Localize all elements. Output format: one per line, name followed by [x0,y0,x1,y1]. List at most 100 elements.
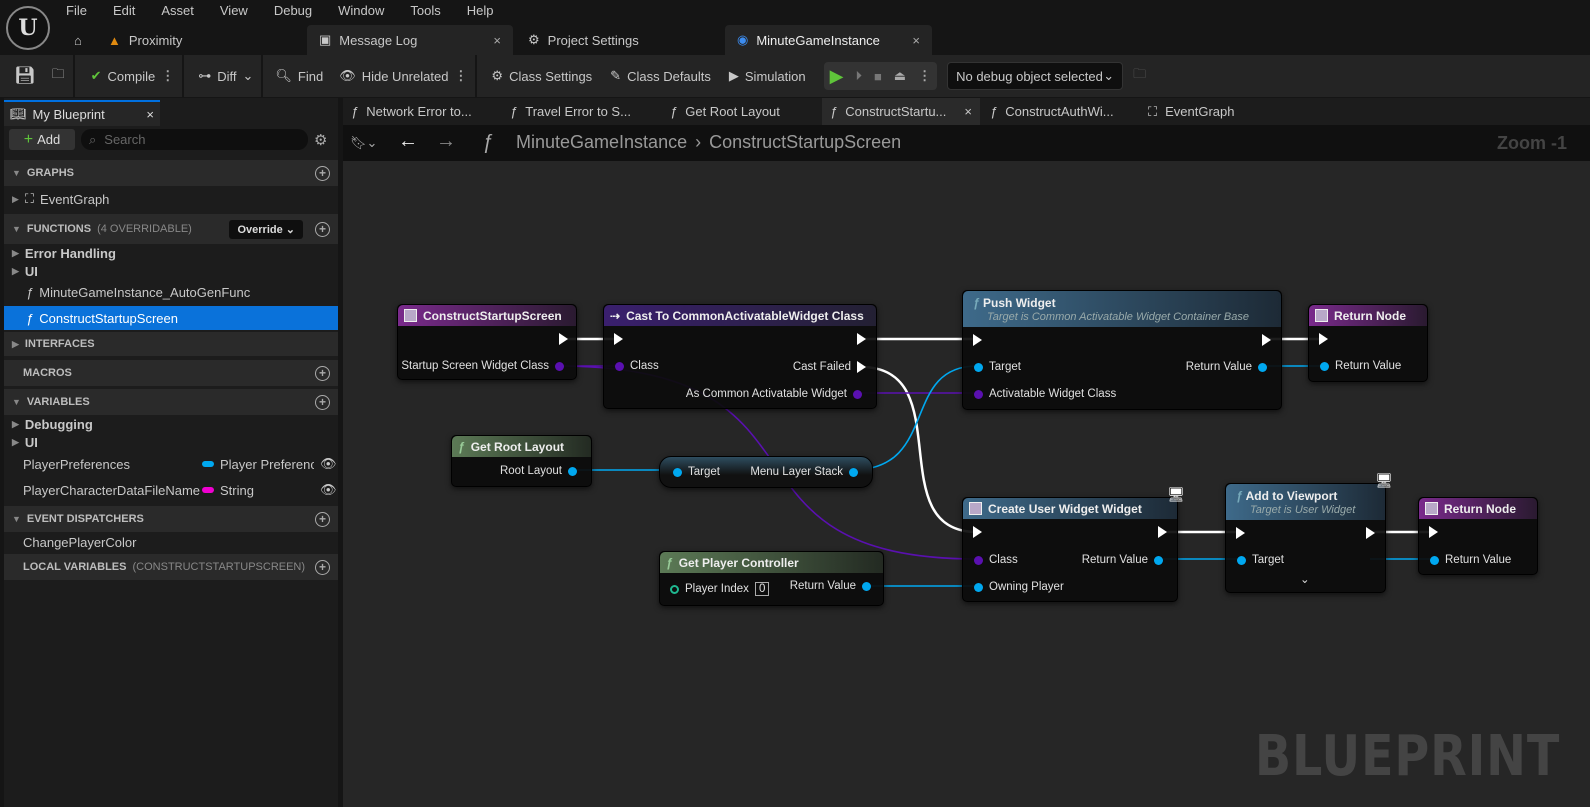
override-dropdown[interactable]: Override ⌄ [229,219,303,239]
compile-button[interactable]: ✔ Compile ⋮ [75,55,183,97]
variable-type[interactable]: String [220,483,254,498]
more-icon[interactable]: ⋮ [161,68,174,84]
exec-in-pin[interactable] [1429,526,1438,538]
class-settings-button[interactable]: ⚙ Class Settings [477,55,600,97]
find-button[interactable]: 🔍︎ Find [263,55,331,97]
section-variables[interactable]: ▼ VARIABLES + [4,389,338,415]
forward-arrow-icon[interactable]: → [436,130,456,153]
class-pin[interactable]: Class [615,360,659,372]
menu-help[interactable]: Help [467,3,494,18]
graph-tab[interactable]: ƒ Travel Error to S... [502,98,639,125]
tab-message-log[interactable]: ▣ Message Log × [307,25,513,55]
activatable-class-pin[interactable]: Activatable Widget Class [974,388,1116,400]
eye-icon[interactable]: 👁︎ [320,482,337,498]
breadcrumb-root[interactable]: MinuteGameInstance [516,132,687,153]
menu-window[interactable]: Window [338,3,384,18]
startup-class-pin[interactable]: Startup Screen Widget Class [401,360,564,372]
player-index-input[interactable]: 0 [754,582,770,596]
root-layout-pin[interactable]: Root Layout [500,465,577,477]
graph-tab[interactable]: ƒ ConstructAuthWi... [982,98,1122,125]
add-variable-icon[interactable]: + [315,394,330,410]
push-widget-node[interactable]: ƒ Push Widget Target is Common Activatabl… [962,290,1282,410]
exec-in-pin[interactable] [1319,333,1328,345]
add-function-icon[interactable]: + [315,221,330,237]
hide-unrelated-button[interactable]: 👁︎ Hide Unrelated ⋮ [331,55,475,97]
sidebar-item-ui-vars[interactable]: ▶ UI [4,433,338,451]
class-pin[interactable]: Class [974,554,1018,566]
home-tab[interactable]: ⌂ [62,25,94,55]
more-icon[interactable]: ⋮ [454,68,467,84]
close-icon[interactable]: × [912,33,920,48]
eject-icon[interactable]: ⏏ [894,68,906,84]
eye-icon[interactable]: 👁︎ [320,456,337,472]
variable-type[interactable]: Player Preferenc [220,457,314,472]
simulation-button[interactable]: ▶ Simulation [719,55,814,97]
sidebar-item-change-player-color[interactable]: ChangePlayerColor [4,531,338,553]
gear-icon[interactable]: ⚙ [314,131,327,149]
menu-layer-stack-pin[interactable]: Menu Layer Stack [750,466,858,478]
owning-player-pin[interactable]: Owning Player [974,581,1064,593]
add-dispatcher-icon[interactable]: + [315,511,330,527]
return-value-pin[interactable]: Return Value [1320,360,1401,372]
add-graph-icon[interactable]: + [315,165,330,181]
browse-button[interactable]: 🗀 [44,55,73,97]
sidebar-item-ui[interactable]: ▶ UI [4,261,338,281]
cast-failed-pin[interactable]: Cast Failed [793,361,866,373]
more-icon[interactable]: ⋮ [918,68,931,84]
return-node[interactable]: Return Node Return Value [1308,304,1428,382]
tab-minute-game-instance[interactable]: ◉ MinuteGameInstance × [725,25,932,55]
step-icon[interactable]: ⏵ [855,68,862,84]
unreal-logo[interactable]: U [6,6,50,50]
exec-out-pin[interactable] [857,333,866,345]
variable-player-character-data-file-name[interactable]: PlayerCharacterDataFileName String 👁︎ [4,479,338,501]
menu-file[interactable]: File [66,3,87,18]
target-pin[interactable]: Target [974,361,1021,373]
menu-edit[interactable]: Edit [113,3,135,18]
player-index-pin[interactable]: Player Index 0 [670,582,770,596]
graph-tab-active[interactable]: ƒ ConstructStartu... × [822,98,980,125]
menu-asset[interactable]: Asset [161,3,194,18]
add-local-variable-icon[interactable]: + [315,559,330,575]
diff-button[interactable]: ⊶ Diff ⌄ [184,55,261,97]
close-icon[interactable]: × [964,104,972,119]
exec-out-pin[interactable] [559,333,568,345]
close-icon[interactable]: × [493,33,501,48]
graph-tab[interactable]: ⛶ EventGraph [1140,98,1242,125]
play-icon[interactable]: ▶ [830,66,844,87]
cast-node[interactable]: ⇢ Cast To CommonActivatableWidget Class C… [603,304,877,409]
as-widget-pin[interactable]: As Common Activatable Widget [686,388,862,400]
sidebar-item-eventgraph[interactable]: ▶ ⛶ EventGraph [4,188,338,210]
menu-layer-stack-node[interactable]: Target Menu Layer Stack [659,456,873,488]
exec-in-pin[interactable] [973,334,982,346]
target-pin[interactable]: Target [1237,554,1284,566]
sidebar-item-debugging[interactable]: ▶ Debugging [4,415,338,433]
function-entry-node[interactable]: ConstructStartupScreen Startup Screen Wi… [397,304,577,380]
tab-proximity[interactable]: ▲ Proximity [96,25,194,55]
close-icon[interactable]: × [146,107,154,122]
variable-player-preferences[interactable]: PlayerPreferences Player Preferenc 👁︎ [4,453,338,475]
stop-icon[interactable]: ■ [874,69,882,84]
section-event-dispatchers[interactable]: ▼ EVENT DISPATCHERS + [4,506,338,532]
section-macros[interactable]: MACROS + [4,360,338,386]
section-interfaces[interactable]: ▶ INTERFACES [4,332,338,356]
sidebar-item-autogenfunc[interactable]: ƒ MinuteGameInstance_AutoGenFunc [4,281,338,303]
get-root-layout-node[interactable]: ƒ Get Root Layout Root Layout [451,435,592,487]
section-graphs[interactable]: ▼ GRAPHS + [4,160,338,186]
class-defaults-button[interactable]: ✎ Class Defaults [600,55,719,97]
debug-object-select[interactable]: No debug object selected ⌄ [947,62,1124,90]
target-pin[interactable]: Target [673,466,720,478]
create-widget-node[interactable]: Create User Widget Widget 🖥︎ Class Retur… [962,486,1185,602]
exec-out-pin[interactable] [1366,527,1375,539]
add-macro-icon[interactable]: + [315,365,330,381]
menu-view[interactable]: View [220,3,248,18]
my-blueprint-tab[interactable]: 📖︎ My Blueprint × [4,100,160,126]
add-button[interactable]: + Add [9,129,75,150]
sidebar-item-constructstartupscreen[interactable]: ƒ ConstructStartupScreen [4,306,338,330]
menu-tools[interactable]: Tools [410,3,440,18]
get-player-controller-node[interactable]: ƒ Get Player Controller Player Index 0 Ret… [659,551,884,606]
exec-in-pin[interactable] [1236,527,1245,539]
exec-out-pin[interactable] [1158,526,1167,538]
return-value-pin[interactable]: Return Value [1430,554,1511,566]
return-value-pin[interactable]: Return Value [790,580,871,592]
tab-project-settings[interactable]: ⚙ Project Settings [516,25,651,55]
